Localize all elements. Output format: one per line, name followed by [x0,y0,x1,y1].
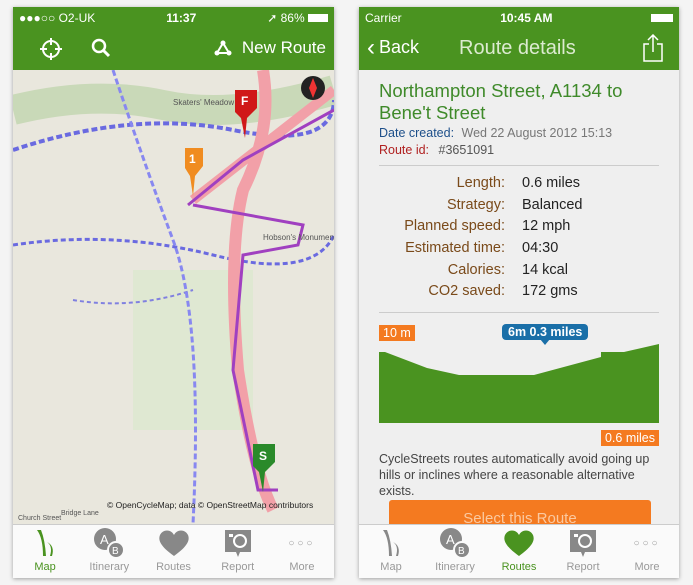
route-id-value: #3651091 [438,143,495,157]
share-icon[interactable] [643,34,663,62]
map-label: Skaters' Meadow [173,98,234,107]
itinerary-ab-icon: AB [440,528,471,559]
back-label: Back [379,37,420,57]
tab-more[interactable]: ○○○ More [270,525,334,578]
stat-time: Estimated time: 04:30 [405,239,559,256]
map-view[interactable]: Hobson's Monument Skaters' Meadow Church… [13,69,334,525]
route-title: Northampton Street, A1134 to Bene't Stre… [379,80,623,123]
carrier: ●●●○○ O2-UK [19,10,96,25]
tab-bar: Map A B Itinerary Routes Report ○○○ More [359,524,679,578]
stat-length: Length: 0.6 miles [456,174,581,191]
camera-report-icon [224,530,251,557]
tab-routes[interactable]: Routes [487,525,551,578]
search-icon[interactable] [90,37,112,59]
route-info: Northampton Street, A1134 to Bene't Stre… [359,70,679,166]
clock: 11:37 [166,10,197,25]
tab-routes[interactable]: Routes [141,525,205,578]
map-toolbar: New Route [13,28,334,70]
tab-label: Map [380,561,402,573]
divider [379,165,659,166]
elevation-max-label: 10 m [379,325,415,341]
tab-bar: Map A B Itinerary Routes Report ○○○ More [13,524,334,578]
tab-report[interactable]: Report [551,525,615,578]
svg-text:S: S [259,449,267,463]
route-nodes-icon [214,40,232,56]
new-route-label: New Route [241,38,326,57]
battery-area: ➚ 86% [267,11,328,25]
heart-icon [158,530,189,556]
map-label: Hobson's Monument [263,233,334,242]
svg-text:A: A [446,532,455,547]
tab-label: More [634,561,660,573]
divider [379,312,659,313]
tab-more[interactable]: ○○○ More [615,525,679,578]
battery-icon [650,13,673,22]
nav-bar: ‹ Back Route details [359,28,679,70]
elevation-profile[interactable] [379,343,659,423]
map-attribution: © OpenCycleMap; data © OpenStreetMap con… [107,500,313,510]
tab-label: Routes [501,561,537,573]
route-note: CycleStreets routes automatically avoid … [379,452,650,498]
tab-report[interactable]: Report [206,525,270,578]
svg-text:1: 1 [189,152,196,166]
map-label: Bridge Lane [61,510,99,517]
tab-label: Itinerary [89,561,130,573]
svg-text:B: B [458,546,465,557]
map-icon [37,530,53,556]
tab-label: Report [566,561,600,573]
map-icon [383,530,399,556]
map-canvas: Hobson's Monument Skaters' Meadow Church… [13,69,334,525]
date-value: Wed 22 August 2012 15:13 [461,126,613,140]
svg-text:A: A [100,532,109,547]
date-label: Date created: [379,126,455,140]
stat-co2: CO2 saved: 172 gms [428,283,578,300]
camera-report-icon [570,530,596,557]
itinerary-ab-icon: AB [94,528,126,559]
status-bar: Carrier 10:45 AM [359,7,679,28]
svg-text:F: F [241,94,248,108]
tooltip-text: 6m 0.3 miles [508,325,583,339]
tab-map[interactable]: Map [13,525,77,578]
carrier: Carrier [365,10,402,25]
chevron-left-icon: ‹ [367,33,375,61]
new-route-button[interactable]: New Route [214,38,326,58]
stats-list: Length: 0.6 miles Strategy: Balanced Plann… [359,172,679,302]
battery-icon [307,14,328,23]
route-details-screen: Carrier 10:45 AM ‹ Back Route details No… [359,7,679,578]
locate-crosshair-icon[interactable] [40,38,62,60]
stat-strategy: Strategy: Balanced [446,196,583,213]
tab-label: Routes [156,561,191,573]
status-bar: ●●●○○ O2-UK 11:37 ➚ 86% [13,7,334,28]
tab-itinerary[interactable]: A B Itinerary [77,525,141,578]
tab-label: Map [34,561,56,573]
clock: 10:45 AM [500,10,553,25]
stat-calories: Calories: 14 kcal [447,261,568,278]
tab-label: Report [221,561,255,573]
map-label: Church Street [18,515,61,522]
elevation-tooltip: 6m 0.3 miles [502,324,589,345]
page-title: Route details [459,37,576,59]
svg-text:B: B [112,546,119,557]
tab-map[interactable]: Map [359,525,423,578]
stat-speed: Planned speed: 12 mph [404,218,571,235]
tab-itinerary[interactable]: A B Itinerary [423,525,487,578]
elevation-distance-label: 0.6 miles [600,430,659,446]
tab-label: Itinerary [435,561,475,573]
map-screen: ●●●○○ O2-UK 11:37 ➚ 86% New Route Hobson… [13,7,334,578]
battery-percent: 86% [280,10,305,25]
tab-label: More [289,561,315,573]
more-dots-icon: ○○○ [633,537,661,549]
back-button[interactable]: ‹ Back [367,33,420,61]
more-dots-icon: ○○○ [288,537,316,549]
route-id-label: Route id: [379,143,430,157]
heart-icon [504,530,534,556]
